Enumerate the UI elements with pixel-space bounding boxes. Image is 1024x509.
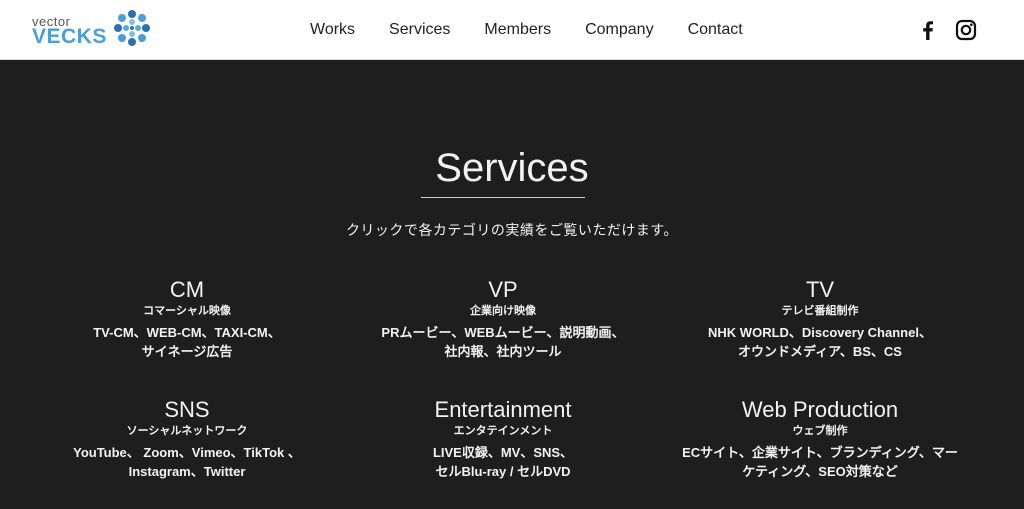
service-title: TV (805, 277, 835, 302)
service-description-line: 社内報、社内ツール (444, 344, 562, 359)
service-description-line: YouTube、 Zoom、Vimeo、TikTok 、 (73, 445, 301, 460)
service-description-line: NHK WORLD、Discovery Channel、 (708, 325, 932, 340)
service-title: Web Production (741, 397, 899, 422)
service-description-line: TV-CM、WEB-CM、TAXI-CM、 (93, 325, 281, 340)
service-description: TV-CM、WEB-CM、TAXI-CM、 サイネージ広告 (17, 323, 357, 361)
service-card-sns[interactable]: SNS ソーシャルネットワーク YouTube、 Zoom、Vimeo、TikT… (17, 398, 357, 481)
section-heading: Services (0, 146, 1024, 191)
social-links (902, 18, 978, 42)
service-title: CM (169, 277, 205, 302)
nav-company[interactable]: Company (585, 21, 653, 39)
service-description-line: PRムービー、WEBムービー、説明動画、 (381, 325, 625, 340)
service-description: NHK WORLD、Discovery Channel、 オウンドメディア、BS… (650, 323, 990, 361)
logo-mark-icon (114, 10, 150, 46)
service-card-cm[interactable]: CM コマーシャル映像 TV-CM、WEB-CM、TAXI-CM、 サイネージ広… (17, 278, 357, 361)
site-header: vector VECKS Works Services Members Comp… (0, 0, 1024, 60)
instagram-icon[interactable] (954, 18, 978, 42)
service-description-line: LIVE収録、MV、SNS、 (432, 445, 574, 460)
facebook-icon[interactable] (916, 18, 940, 42)
nav-members[interactable]: Members (484, 21, 551, 39)
service-description-line: サイネージ広告 (141, 344, 233, 359)
service-subtitle: 企業向け映像 (470, 305, 536, 317)
service-card-vp[interactable]: VP 企業向け映像 PRムービー、WEBムービー、説明動画、 社内報、社内ツール (333, 278, 673, 361)
service-subtitle: エンタテインメント (453, 425, 553, 437)
page-subtitle: クリックで各カテゴリの実績をご覧いただけます。 (345, 222, 679, 238)
service-title: Entertainment (434, 397, 572, 422)
service-subtitle: ソーシャルネットワーク (126, 425, 248, 437)
nav-contact[interactable]: Contact (688, 21, 743, 39)
service-description: ECサイト、企業サイト、ブランディング、マー ケティング、SEO対策など (650, 443, 990, 481)
service-description: PRムービー、WEBムービー、説明動画、 社内報、社内ツール (333, 323, 673, 361)
page-title: Services (435, 146, 589, 190)
nav-works[interactable]: Works (310, 21, 355, 39)
service-description-line: ECサイト、企業サイト、ブランディング、マー (682, 445, 958, 460)
logo[interactable]: vector VECKS (32, 6, 162, 56)
service-card-web-production[interactable]: Web Production ウェブ制作 ECサイト、企業サイト、ブランディング… (650, 398, 990, 481)
service-description-line: オウンドメディア、BS、CS (738, 344, 902, 359)
service-description-line: Instagram、Twitter (128, 464, 246, 479)
service-card-tv[interactable]: TV テレビ番組制作 NHK WORLD、Discovery Channel、 … (650, 278, 990, 361)
service-title: SNS (164, 397, 210, 422)
service-description: LIVE収録、MV、SNS、 セルBlu-ray / セルDVD (333, 443, 673, 481)
main-nav: Works Services Members Company Contact (310, 0, 743, 60)
service-description-line: セルBlu-ray / セルDVD (435, 464, 571, 479)
service-description: YouTube、 Zoom、Vimeo、TikTok 、 Instagram、T… (17, 443, 357, 481)
service-subtitle: コマーシャル映像 (143, 305, 231, 317)
service-description-line: ケティング、SEO対策など (742, 464, 898, 479)
logo-big-text: VECKS (32, 25, 107, 48)
service-subtitle: ウェブ制作 (792, 425, 848, 437)
title-underline (421, 197, 585, 198)
service-subtitle: テレビ番組制作 (781, 305, 859, 317)
service-card-entertainment[interactable]: Entertainment エンタテインメント LIVE収録、MV、SNS、 セ… (333, 398, 673, 481)
nav-services[interactable]: Services (389, 21, 450, 39)
service-title: VP (488, 277, 518, 302)
